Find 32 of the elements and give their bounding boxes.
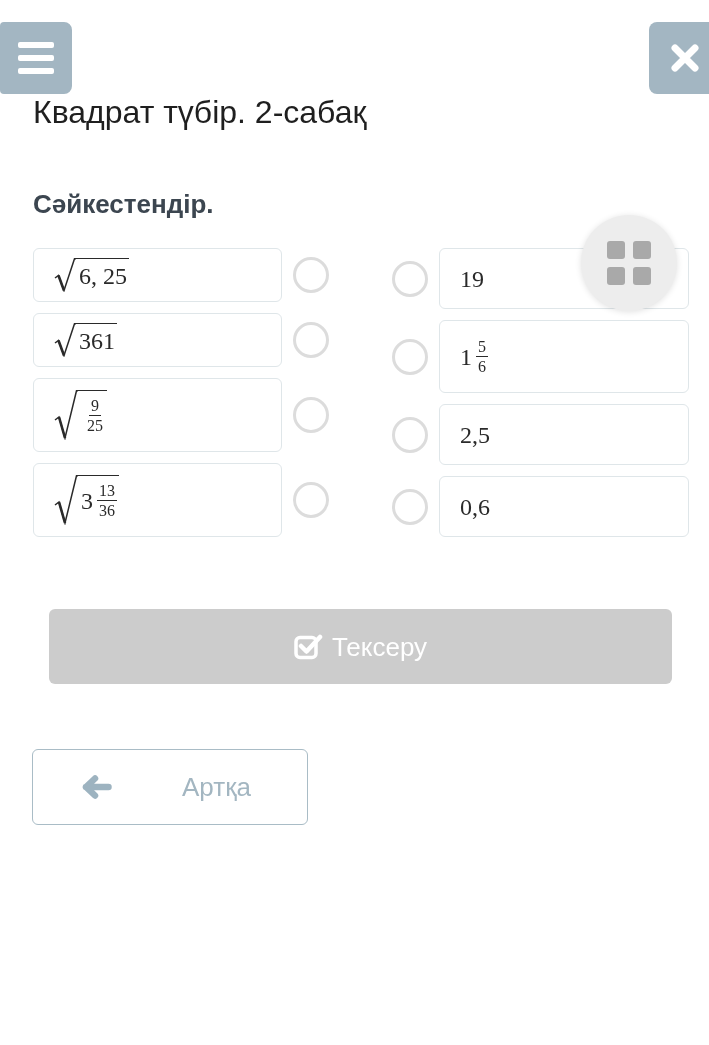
number-text: 19	[460, 266, 484, 291]
back-button[interactable]: Артқа	[32, 749, 308, 825]
checkbox-tick-icon	[293, 633, 323, 660]
instruction-text: Сәйкестендір.	[32, 188, 215, 220]
denominator-text: 6	[477, 357, 487, 376]
number-text: 0,6	[460, 494, 490, 519]
radio-button[interactable]	[293, 257, 329, 293]
numerator-text: 9	[89, 396, 101, 416]
close-button[interactable]	[649, 22, 709, 94]
radio-button[interactable]	[392, 488, 428, 525]
menu-icon	[18, 42, 54, 74]
radio-button[interactable]	[293, 482, 329, 518]
radio-button[interactable]	[293, 322, 329, 358]
grid-menu-button[interactable]	[581, 215, 677, 311]
denominator-text: 25	[86, 416, 104, 435]
number-text: 3	[81, 488, 93, 513]
radio-button[interactable]	[293, 397, 329, 433]
number-text: 361	[79, 328, 115, 353]
denominator-text: 36	[98, 501, 116, 520]
close-icon	[671, 44, 699, 72]
radio-button[interactable]	[392, 260, 428, 297]
numerator-text: 13	[97, 481, 117, 501]
number-text: 1	[460, 344, 472, 369]
menu-button[interactable]	[0, 22, 72, 94]
radio-button[interactable]	[392, 416, 428, 453]
number-text: 6, 25	[79, 263, 127, 288]
grid-icon	[607, 241, 651, 285]
number-text: 2,5	[460, 422, 490, 447]
lesson-title: Квадрат түбір. 2-сабақ	[32, 94, 368, 130]
numerator-text: 5	[476, 337, 488, 357]
arrow-left-icon	[82, 775, 112, 799]
radio-button[interactable]	[392, 338, 428, 375]
